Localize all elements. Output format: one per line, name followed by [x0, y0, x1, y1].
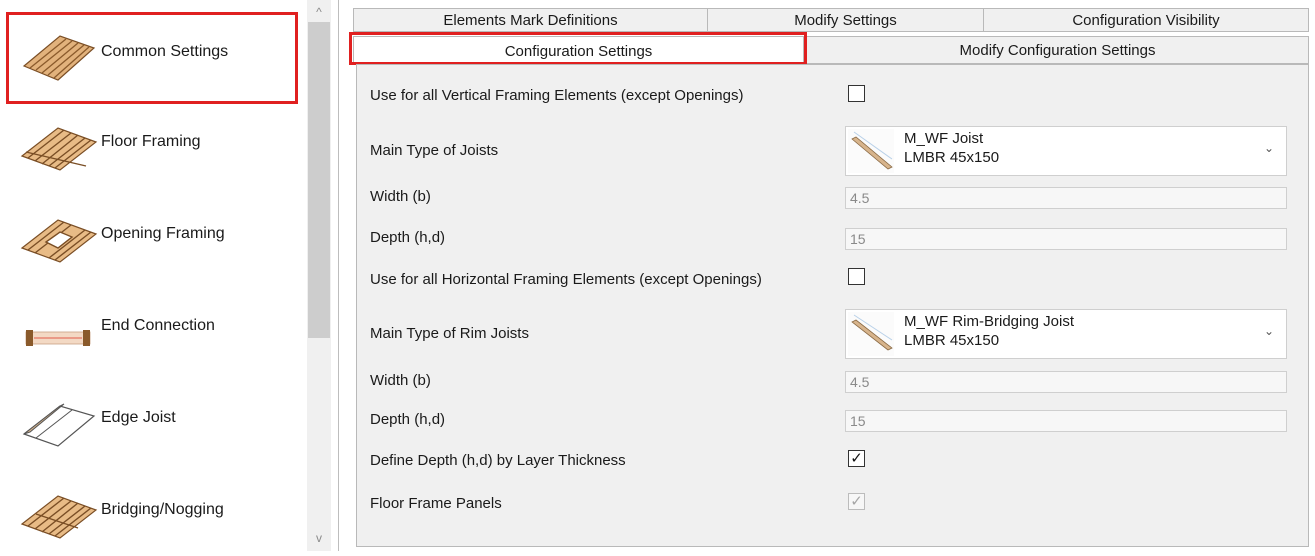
tab-modify-settings[interactable]: Modify Settings	[707, 8, 984, 32]
sidebar-item-end-connection[interactable]: End Connection	[0, 280, 300, 372]
vertical-framing-all-checkbox[interactable]	[848, 85, 865, 102]
common-settings-icon	[22, 35, 96, 81]
bridging-nogging-icon	[20, 495, 98, 539]
edge-joist-icon	[22, 403, 96, 447]
end-connection-icon	[25, 330, 91, 346]
chevron-down-icon: ⌄	[1263, 141, 1274, 155]
horizontal-framing-all-label: Use for all Horizontal Framing Elements …	[370, 271, 762, 288]
main-rim-joist-type-select[interactable]: M_WF Rim-Bridging Joist LMBR 45x150 ⌄	[845, 309, 1287, 359]
tab-elements-mark-definitions[interactable]: Elements Mark Definitions	[353, 8, 708, 32]
sidebar-item-label: Common Settings	[101, 43, 229, 60]
sidebar-item-opening-framing[interactable]: Opening Framing	[0, 188, 300, 280]
tab-configuration-settings[interactable]: Configuration Settings	[353, 36, 804, 65]
floor-frame-panels-checkbox[interactable]: ✓	[848, 493, 865, 510]
rim-joist-type-name: LMBR 45x150	[904, 332, 1000, 349]
sidebar-item-label: Bridging/Nogging	[101, 501, 224, 518]
sidebar-item-label: End Connection	[101, 317, 215, 334]
sidebar-scrollbar[interactable]: ^ v	[307, 0, 331, 551]
sidebar-item-bridging-nogging[interactable]: Bridging/Nogging	[0, 464, 300, 556]
main-joist-type-label: Main Type of Joists	[370, 142, 499, 159]
joist-family-name: M_WF Joist	[904, 130, 984, 147]
sidebar-item-label: Opening Framing	[101, 225, 225, 242]
sidebar-item-label: Floor Framing	[101, 133, 201, 150]
tab-modify-configuration-settings[interactable]: Modify Configuration Settings	[806, 36, 1309, 64]
opening-framing-icon	[20, 219, 98, 263]
floor-framing-icon	[20, 127, 98, 171]
sidebar-item-floor-framing[interactable]: Floor Framing	[0, 96, 300, 188]
width-label: Width (b)	[370, 372, 431, 389]
depth-by-layer-checkbox[interactable]: ✓	[848, 450, 865, 467]
main-joist-type-select[interactable]: M_WF Joist LMBR 45x150 ⌄	[845, 126, 1287, 176]
depth-label: Depth (h,d)	[370, 411, 446, 428]
width-label: Width (b)	[370, 188, 431, 205]
depth-label: Depth (h,d)	[370, 229, 446, 246]
sidebar-item-edge-joist[interactable]: Edge Joist	[0, 372, 300, 464]
rim-joist-preview-icon	[848, 312, 894, 356]
rim-joist-depth-field[interactable]: 15	[845, 410, 1287, 432]
joist-type-name: LMBR 45x150	[904, 149, 1000, 166]
vertical-framing-all-label: Use for all Vertical Framing Elements (e…	[370, 87, 744, 104]
tab-configuration-visibility[interactable]: Configuration Visibility	[983, 8, 1309, 32]
horizontal-framing-all-checkbox[interactable]	[848, 268, 865, 285]
main-rim-joist-type-label: Main Type of Rim Joists	[370, 325, 529, 342]
floor-frame-panels-label: Floor Frame Panels	[370, 495, 502, 512]
joist-width-field[interactable]: 4.5	[845, 187, 1287, 209]
rim-joist-family-name: M_WF Rim-Bridging Joist	[904, 313, 1075, 330]
depth-by-layer-label: Define Depth (h,d) by Layer Thickness	[370, 452, 626, 469]
sidebar-item-common-settings[interactable]: Common Settings	[0, 6, 300, 104]
joist-depth-field[interactable]: 15	[845, 228, 1287, 250]
pane-divider	[338, 0, 339, 551]
scroll-down-arrow-icon[interactable]: v	[307, 528, 331, 548]
sidebar-item-label: Edge Joist	[101, 409, 176, 426]
scrollbar-thumb[interactable]	[308, 22, 330, 338]
joist-preview-icon	[848, 129, 894, 173]
rim-joist-width-field[interactable]: 4.5	[845, 371, 1287, 393]
chevron-down-icon: ⌄	[1263, 324, 1274, 338]
category-sidebar: Common Settings Floor Framing Opening Fr…	[0, 0, 331, 551]
scroll-up-arrow-icon[interactable]: ^	[307, 2, 331, 22]
